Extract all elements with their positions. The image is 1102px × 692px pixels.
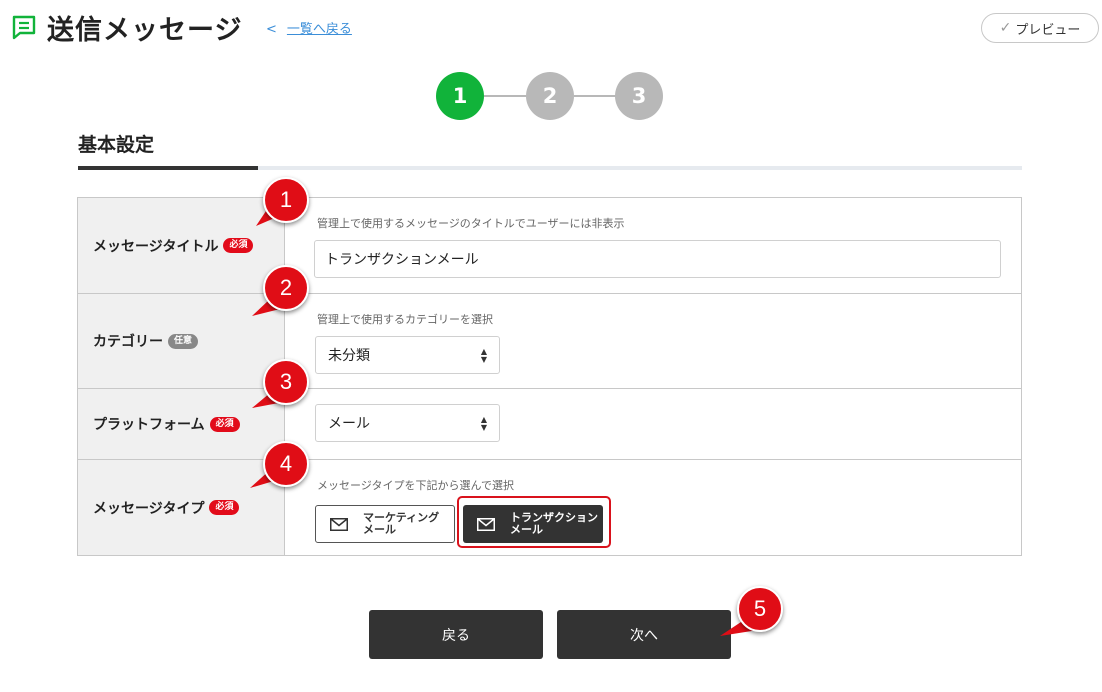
stepper-connector: [574, 95, 616, 97]
callout-5: 5: [737, 586, 783, 632]
form-label-cell: カテゴリー 任意: [78, 294, 285, 388]
section-underline-active: [78, 166, 258, 170]
step-1: 1: [436, 72, 484, 120]
category-selected-value: 未分類: [328, 348, 370, 364]
form-row-category: カテゴリー 任意 管理上で使用するカテゴリーを選択 未分類 ▲ ▼: [78, 294, 1021, 389]
required-badge: 必須: [209, 500, 240, 515]
platform-select[interactable]: メール ▲ ▼: [315, 404, 500, 442]
next-button[interactable]: 次へ: [557, 610, 731, 659]
transaction-mail-option[interactable]: トランザクション メール: [463, 505, 603, 543]
envelope-icon: [330, 517, 348, 531]
message-type-label: メッセージタイプ: [93, 500, 205, 517]
form-label-cell: プラットフォーム 必須: [78, 389, 285, 459]
message-title-input[interactable]: [314, 240, 1001, 278]
form-label-cell: メッセージタイトル 必須: [78, 198, 285, 293]
category-hint: 管理上で使用するカテゴリーを選択: [317, 313, 493, 326]
platform-label: プラットフォーム: [93, 417, 205, 433]
transaction-mail-label-line2: メール: [510, 523, 543, 536]
preview-button[interactable]: ✓ プレビュー: [981, 13, 1099, 43]
back-link-label: 一覧へ戻る: [286, 22, 352, 37]
marketing-mail-label: マーケティング メール: [363, 512, 439, 536]
transaction-mail-label: トランザクション メール: [510, 512, 598, 536]
form-row-message-title: メッセージタイトル 必須 管理上で使用するメッセージのタイトルでユーザーには非表…: [78, 198, 1021, 294]
platform-selected-value: メール: [328, 416, 370, 432]
callout-1: 1: [263, 177, 309, 223]
form-row-message-type: メッセージタイプ 必須 メッセージタイプを下記から選んで選択 マーケティング メ…: [78, 460, 1021, 555]
form-label-cell: メッセージタイプ 必須: [78, 460, 285, 555]
callout-3: 3: [263, 359, 309, 405]
step-3: 3: [615, 72, 663, 120]
message-title-label: メッセージタイトル: [93, 238, 219, 255]
form-row-platform: プラットフォーム 必須 メール ▲ ▼: [78, 389, 1021, 460]
check-icon: ✓: [999, 20, 1012, 36]
message-list-icon: [12, 15, 36, 40]
message-title-hint: 管理上で使用するメッセージのタイトルでユーザーには非表示: [317, 217, 625, 230]
section-title: 基本設定: [78, 134, 155, 156]
required-badge: 必須: [223, 238, 254, 253]
form-content-cell: メッセージタイプを下記から選んで選択 マーケティング メール トランザクション …: [286, 460, 1021, 555]
basic-settings-form: メッセージタイトル 必須 管理上で使用するメッセージのタイトルでユーザーには非表…: [77, 197, 1022, 556]
form-content-cell: メール ▲ ▼: [286, 389, 1021, 459]
message-type-hint: メッセージタイプを下記から選んで選択: [317, 479, 515, 492]
marketing-mail-label-line2: メール: [363, 523, 396, 536]
callout-2: 2: [263, 265, 309, 311]
back-to-list-link[interactable]: < 一覧へ戻る: [266, 18, 352, 37]
category-select[interactable]: 未分類 ▲ ▼: [315, 336, 500, 374]
back-button[interactable]: 戻る: [369, 610, 543, 659]
chevron-left-icon: <: [266, 22, 277, 37]
select-arrows-icon: ▲ ▼: [480, 415, 487, 432]
form-content-cell: 管理上で使用するカテゴリーを選択 未分類 ▲ ▼: [286, 294, 1021, 388]
step-2: 2: [526, 72, 574, 120]
callout-4: 4: [263, 441, 309, 487]
select-arrows-icon: ▲ ▼: [480, 347, 487, 364]
form-content-cell: 管理上で使用するメッセージのタイトルでユーザーには非表示: [286, 198, 1021, 293]
stepper-connector: [484, 95, 526, 97]
envelope-icon: [477, 517, 495, 531]
page-title: 送信メッセージ: [47, 15, 243, 46]
marketing-mail-option[interactable]: マーケティング メール: [315, 505, 455, 543]
preview-button-label: プレビュー: [1015, 22, 1081, 38]
category-label: カテゴリー: [93, 334, 163, 350]
required-badge: 必須: [209, 416, 240, 432]
optional-badge: 任意: [168, 333, 199, 349]
